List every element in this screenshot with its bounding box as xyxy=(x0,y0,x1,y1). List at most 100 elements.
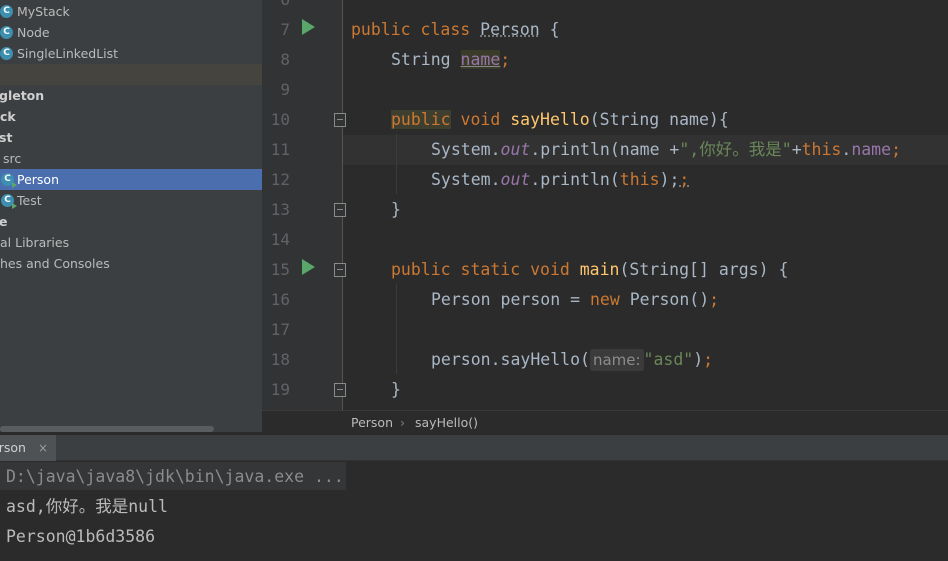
tree-item-label: al Libraries xyxy=(0,235,70,250)
tree-item-label: ck xyxy=(0,109,16,124)
code-line-11: System.out.println(name +",你好。我是"+this.n… xyxy=(431,135,901,165)
run-class-icon[interactable] xyxy=(302,19,315,35)
code-line-19: } xyxy=(391,380,401,399)
parameter-hint: name: xyxy=(589,349,644,371)
line-number: 16 xyxy=(270,290,290,309)
indent-guide xyxy=(396,134,397,194)
breadcrumb: Person › sayHello() xyxy=(262,410,948,434)
fold-toggle-icon[interactable] xyxy=(334,203,346,217)
fold-toggle-icon[interactable] xyxy=(334,383,346,397)
brace: { xyxy=(539,20,560,39)
tree-item-label: Node xyxy=(17,25,50,40)
tree-item-person[interactable]: C Person xyxy=(0,169,262,190)
class-icon: C xyxy=(0,26,13,39)
horizontal-scrollbar[interactable] xyxy=(0,426,214,432)
code-line-8: String name; xyxy=(391,45,510,75)
method-name: sayHello xyxy=(510,110,590,129)
field-name: name xyxy=(460,50,501,69)
console-line-command: D:\java\java8\jdk\bin\java.exe ... xyxy=(6,467,344,486)
dot: . xyxy=(841,140,852,159)
line-number: 13 xyxy=(270,200,290,219)
code-line-16: Person person = new Person(); xyxy=(431,285,719,315)
semicolon: ; xyxy=(500,50,511,69)
line-number: 17 xyxy=(270,320,290,339)
project-tree-panel: C MyStack C Node C SingleLinkedList glet… xyxy=(0,0,262,432)
semicolon: ; xyxy=(703,350,714,369)
code: .println(name + xyxy=(530,140,680,159)
line-number: 10 xyxy=(270,110,290,129)
type: String xyxy=(391,50,461,69)
line-number: 12 xyxy=(270,170,290,189)
keyword: void xyxy=(450,110,511,129)
class-icon: C xyxy=(1,173,17,188)
string-literal: ",你好。我是" xyxy=(679,140,792,159)
class-icon: C xyxy=(1,194,17,209)
tab-run-person[interactable]: erson × xyxy=(0,435,56,461)
line-number: 15 xyxy=(270,260,290,279)
code: System. xyxy=(431,170,501,189)
line-number: 19 xyxy=(270,380,290,399)
tree-item-label: SingleLinkedList xyxy=(17,46,119,61)
tree-item-node[interactable]: C Node xyxy=(0,22,262,43)
method-name: main xyxy=(579,260,620,279)
operator: + xyxy=(791,140,802,159)
tree-item-test-module[interactable]: st xyxy=(0,127,262,148)
tree-item-singlelinkedlist[interactable]: C SingleLinkedList xyxy=(0,43,262,64)
class-name: Person xyxy=(480,20,540,39)
tree-hover-row xyxy=(0,64,262,85)
code-line-12: System.out.println(this);; xyxy=(431,165,689,195)
code-line-15: public static void main(String[] args) { xyxy=(391,255,788,285)
line-number: 11 xyxy=(270,140,290,159)
tree-item-stack[interactable]: ck xyxy=(0,106,262,127)
code: ) xyxy=(693,350,704,369)
semicolon: ; xyxy=(891,140,901,159)
console-line-output: Person@1b6d3586 xyxy=(6,527,156,546)
keyword: public static void xyxy=(391,260,580,279)
code-line-10: public void sayHello(String name){ xyxy=(391,105,729,135)
breadcrumb-item-person[interactable]: Person xyxy=(351,411,393,434)
tree-item-label: hes and Consoles xyxy=(0,256,110,271)
tree-item-singleton[interactable]: gleton xyxy=(0,85,262,106)
code: System. xyxy=(431,140,501,159)
keyword: public class xyxy=(351,20,481,39)
tree-item-external-libraries-parent[interactable]: e xyxy=(0,211,262,232)
tree-item-label: e xyxy=(0,214,8,229)
tree-item-src[interactable]: src xyxy=(0,148,262,169)
class-icon: C xyxy=(0,47,13,60)
tree-item-label: st xyxy=(0,130,13,145)
code: Person person = xyxy=(431,290,590,309)
fold-toggle-icon[interactable] xyxy=(334,263,346,277)
line-number: 6 xyxy=(262,0,290,15)
code-line-18: person.sayHello(name: "asd"); xyxy=(431,345,713,375)
run-main-icon[interactable] xyxy=(302,259,315,275)
code: Person() xyxy=(619,290,710,309)
string-literal: "asd" xyxy=(643,350,694,369)
breadcrumb-item-sayhello[interactable]: sayHello() xyxy=(415,411,478,434)
line-number: 7 xyxy=(280,20,290,39)
tree-item-scratches-and-consoles[interactable]: hes and Consoles xyxy=(0,253,262,274)
class-icon: C xyxy=(0,5,13,18)
field-name: name xyxy=(851,140,892,159)
tree-item-test[interactable]: C Test xyxy=(0,190,262,211)
tree-item-mystack[interactable]: C MyStack xyxy=(0,1,262,22)
tree-item-external-libraries[interactable]: al Libraries xyxy=(0,232,262,253)
line-number: 8 xyxy=(280,50,290,69)
keyword: this xyxy=(619,170,660,189)
static-field: out xyxy=(500,170,531,189)
keyword: public xyxy=(391,110,451,129)
line-number: 9 xyxy=(280,80,290,99)
fold-toggle-icon[interactable] xyxy=(334,113,346,127)
tree-item-label: Person xyxy=(17,172,60,187)
code: .println( xyxy=(530,170,620,189)
keyword: new xyxy=(589,290,620,309)
close-icon[interactable]: × xyxy=(38,435,48,461)
tree-item-label: MyStack xyxy=(17,4,70,19)
code-line-13: } xyxy=(391,200,401,219)
line-number: 14 xyxy=(270,230,290,249)
run-tool-window-tabs: erson × xyxy=(0,434,948,461)
code-line-7: public class Person { xyxy=(351,15,560,45)
tab-label: erson xyxy=(0,440,26,455)
console-line-output: asd,你好。我是null xyxy=(6,497,168,516)
line-number: 18 xyxy=(270,350,290,369)
keyword: this xyxy=(801,140,842,159)
